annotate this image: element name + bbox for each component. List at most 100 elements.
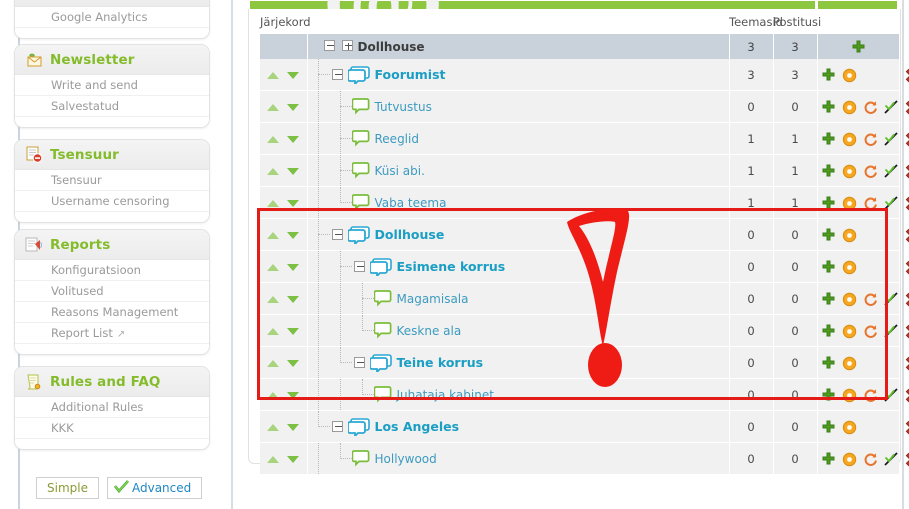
forum-link[interactable]: Vaba teema [375, 196, 447, 210]
sidebar-item-reasons-management[interactable]: Reasons Management [15, 302, 209, 323]
settings-icon[interactable] [842, 164, 857, 179]
category-link[interactable]: Los Angeles [375, 419, 460, 434]
forum-link[interactable]: Küsi abi. [375, 164, 425, 178]
add-icon[interactable] [821, 356, 836, 371]
expand-all-toggle[interactable] [341, 39, 353, 51]
add-icon[interactable] [821, 292, 836, 307]
move-down-icon[interactable] [287, 136, 300, 143]
sidebar-item-write-and-send[interactable]: Write and send [15, 75, 209, 96]
move-down-icon[interactable] [287, 424, 300, 431]
move-up-icon[interactable] [267, 296, 280, 303]
add-icon[interactable] [821, 260, 836, 275]
add-icon[interactable] [821, 196, 836, 211]
move-down-icon[interactable] [287, 168, 300, 175]
sync-icon[interactable] [863, 452, 878, 467]
move-down-icon[interactable] [287, 296, 300, 303]
forum-link[interactable]: Hollywood [375, 452, 437, 466]
move-up-icon[interactable] [267, 200, 280, 207]
forum-link[interactable]: Keskne ala [397, 324, 462, 338]
forum-link[interactable]: Magamisala [397, 292, 469, 306]
move-up-icon[interactable] [267, 360, 280, 367]
delete-icon[interactable] [905, 292, 909, 307]
settings-icon[interactable] [842, 68, 857, 83]
delete-icon[interactable] [905, 100, 909, 115]
add-icon[interactable] [821, 68, 836, 83]
permissions-icon[interactable] [883, 164, 899, 179]
move-up-icon[interactable] [267, 136, 280, 143]
collapse-node-toggle[interactable] [331, 229, 343, 240]
sidebar-item-username-censoring[interactable]: Username censoring [15, 191, 209, 212]
settings-icon[interactable] [842, 324, 857, 339]
sync-icon[interactable] [863, 164, 878, 179]
sidebar-item-konfiguratsioon[interactable]: Konfiguratsioon [15, 260, 209, 281]
collapse-node-toggle[interactable] [353, 261, 365, 272]
delete-icon[interactable] [905, 324, 909, 339]
settings-icon[interactable] [842, 292, 857, 307]
move-up-icon[interactable] [267, 168, 280, 175]
permissions-icon[interactable] [883, 292, 899, 307]
sidebar-item-tsensuur[interactable]: Tsensuur [15, 170, 209, 191]
forum-link[interactable]: Reeglid [375, 132, 419, 146]
settings-icon[interactable] [842, 132, 857, 147]
add-icon[interactable] [821, 452, 836, 467]
category-link[interactable]: Dollhouse [375, 227, 445, 242]
collapse-node-toggle[interactable] [331, 69, 343, 80]
move-up-icon[interactable] [267, 456, 280, 463]
move-up-icon[interactable] [267, 392, 280, 399]
move-down-icon[interactable] [287, 392, 300, 399]
permissions-icon[interactable] [883, 100, 899, 115]
move-down-icon[interactable] [287, 328, 300, 335]
sidebar-item-kkk[interactable]: KKK [15, 418, 209, 439]
collapse-node-toggle[interactable] [353, 357, 365, 368]
add-icon[interactable] [821, 164, 836, 179]
category-link[interactable]: Foorumist [375, 67, 446, 82]
delete-icon[interactable] [905, 420, 909, 435]
move-up-icon[interactable] [267, 328, 280, 335]
category-link[interactable]: Esimene korrus [397, 259, 506, 274]
move-down-icon[interactable] [287, 456, 300, 463]
settings-icon[interactable] [842, 420, 857, 435]
sync-icon[interactable] [863, 196, 878, 211]
sidebar-item-salvestatud[interactable]: Salvestatud [15, 96, 209, 117]
add-icon[interactable] [821, 420, 836, 435]
sidebar-item-report-list[interactable]: Report List ↗ [15, 323, 209, 344]
settings-icon[interactable] [842, 356, 857, 371]
sidebar-item-additional-rules[interactable]: Additional Rules [15, 397, 209, 418]
delete-icon[interactable] [905, 164, 909, 179]
delete-icon[interactable] [905, 228, 909, 243]
move-down-icon[interactable] [287, 72, 300, 79]
delete-icon[interactable] [905, 452, 909, 467]
move-down-icon[interactable] [287, 232, 300, 239]
sync-icon[interactable] [863, 388, 878, 403]
sidebar-item-google-analytics[interactable]: Google Analytics [15, 7, 209, 28]
delete-icon[interactable] [905, 132, 909, 147]
forum-link[interactable]: Juhataja kabinet [397, 388, 494, 402]
add-icon[interactable] [821, 100, 836, 115]
permissions-icon[interactable] [883, 452, 899, 467]
sidebar-item-volitused[interactable]: Volitused [15, 281, 209, 302]
settings-icon[interactable] [842, 196, 857, 211]
collapse-all-toggle[interactable] [323, 39, 335, 51]
delete-icon[interactable] [905, 356, 909, 371]
add-icon[interactable] [851, 40, 866, 55]
sync-icon[interactable] [863, 132, 878, 147]
delete-icon[interactable] [905, 388, 909, 403]
sync-icon[interactable] [863, 292, 878, 307]
delete-icon[interactable] [905, 196, 909, 211]
forum-link[interactable]: Tutvustus [375, 100, 432, 114]
permissions-icon[interactable] [883, 196, 899, 211]
sync-icon[interactable] [863, 100, 878, 115]
add-icon[interactable] [821, 132, 836, 147]
move-down-icon[interactable] [287, 200, 300, 207]
simple-mode-button[interactable]: Simple [36, 477, 99, 499]
permissions-icon[interactable] [883, 324, 899, 339]
settings-icon[interactable] [842, 228, 857, 243]
settings-icon[interactable] [842, 452, 857, 467]
permissions-icon[interactable] [883, 132, 899, 147]
move-up-icon[interactable] [267, 264, 280, 271]
move-up-icon[interactable] [267, 424, 280, 431]
permissions-icon[interactable] [883, 388, 899, 403]
add-icon[interactable] [821, 388, 836, 403]
move-up-icon[interactable] [267, 72, 280, 79]
delete-icon[interactable] [905, 68, 909, 83]
